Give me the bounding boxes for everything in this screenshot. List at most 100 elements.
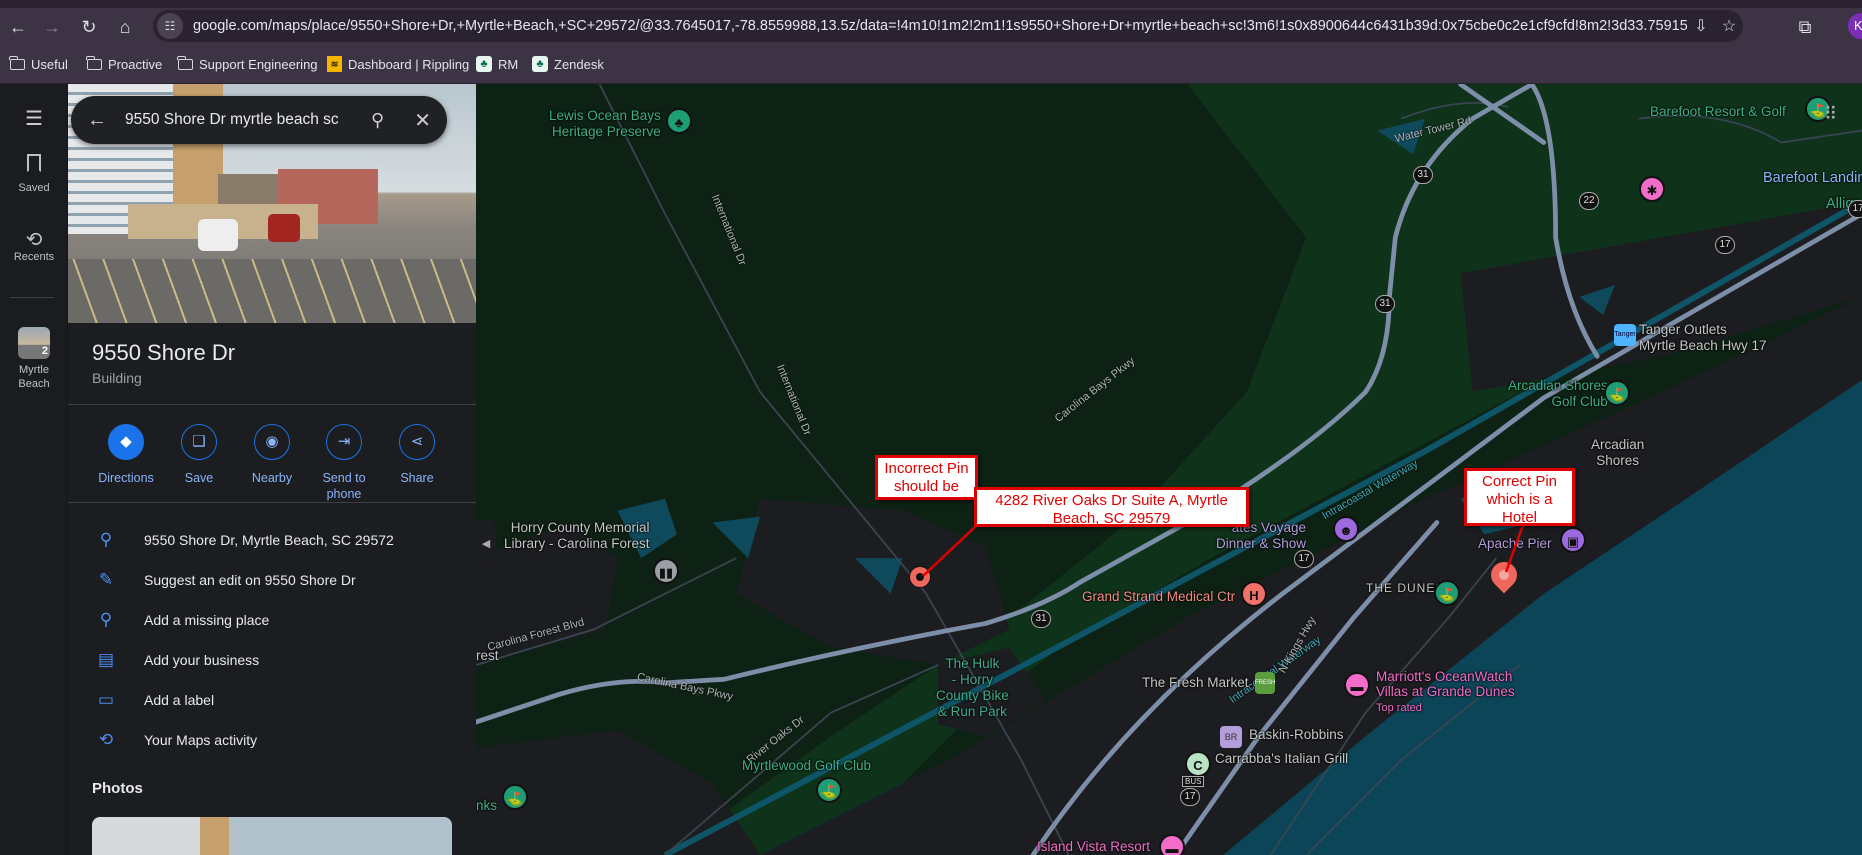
bus-route-label: BUS xyxy=(1182,776,1205,787)
theater-icon[interactable]: ☻ xyxy=(1333,516,1359,542)
bookmark-zendesk[interactable]: ♣ Zendesk xyxy=(532,54,604,74)
address-row[interactable]: ⚲ 9550 Shore Dr, Myrtle Beach, SC 29572 xyxy=(68,528,476,552)
us-17-business-shield: 17 xyxy=(1180,788,1200,806)
apps-grid-icon[interactable]: ⠿ xyxy=(1824,104,1837,125)
map-label-baskin-robbins[interactable]: Baskin-Robbins xyxy=(1249,727,1344,743)
history-icon: ⟲ xyxy=(98,730,114,749)
map-label-carrabbas[interactable]: Carrabba's Italian Grill xyxy=(1215,751,1348,767)
map-label-tanger-outlets[interactable]: Tanger Outlets Myrtle Beach Hwy 17 xyxy=(1639,322,1767,354)
address-bar[interactable]: ☷ google.com/maps/place/9550+Shore+Dr,+M… xyxy=(153,10,1743,42)
bookmark-support-engineering[interactable]: Support Engineering xyxy=(177,54,318,74)
extensions-icon[interactable]: ⧉ xyxy=(1794,16,1816,38)
detail-text: Add your business xyxy=(144,652,260,668)
golf-icon[interactable]: ⛳ xyxy=(1434,580,1460,606)
hotel-icon[interactable]: ▬ xyxy=(1159,834,1185,855)
share-button[interactable]: ⋖ Share xyxy=(381,424,453,486)
restaurant-logo-icon[interactable]: C xyxy=(1185,751,1211,777)
menu-icon[interactable]: ☰ xyxy=(0,106,68,131)
folder-icon xyxy=(9,55,25,70)
map-label-barefoot-resort[interactable]: Barefoot Resort & Golf xyxy=(1650,104,1786,120)
bookmark-label: Zendesk xyxy=(554,56,604,72)
share-icon: ⋖ xyxy=(399,424,435,460)
bookmark-rippling[interactable]: ≋ Dashboard | Rippling xyxy=(327,54,469,74)
search-box[interactable]: ← 9550 Shore Dr myrtle beach sc ⚲ ✕ xyxy=(71,96,447,144)
rail-recents[interactable]: ⟲ Recents xyxy=(0,227,68,263)
incorrect-location-pin[interactable] xyxy=(909,566,931,588)
rail-recent-place[interactable]: 2 Myrtle Beach xyxy=(0,327,68,391)
forward-icon[interactable]: → xyxy=(41,16,63,38)
library-icon[interactable]: ▮▮ xyxy=(653,558,679,584)
fresh-market-logo-icon[interactable]: FRESH xyxy=(1255,672,1275,694)
back-arrow-icon[interactable]: ← xyxy=(87,109,107,132)
action-label: Save xyxy=(184,471,214,485)
directions-button[interactable]: ◆ Directions xyxy=(90,424,162,486)
tree-logo-icon: ♣ xyxy=(476,56,492,72)
tanger-logo-icon[interactable]: Tanger xyxy=(1614,324,1636,346)
add-label-row[interactable]: ▭ Add a label xyxy=(68,688,476,712)
hospital-icon[interactable]: H xyxy=(1241,581,1267,607)
add-business-row[interactable]: ▤ Add your business xyxy=(68,648,476,672)
callout-incorrect-pin: Incorrect Pin should be xyxy=(875,455,978,500)
profile-avatar[interactable]: K xyxy=(1848,13,1862,39)
map-canvas[interactable]: Lewis Ocean Bays Heritage Preserve ♣ Wate… xyxy=(476,84,1862,855)
nearby-button[interactable]: ◉ Nearby xyxy=(236,424,308,486)
pier-icon[interactable]: ▣ xyxy=(1560,527,1586,553)
photo-thumbnail[interactable] xyxy=(92,817,452,855)
map-label-lewis-ocean-bays[interactable]: Lewis Ocean Bays Heritage Preserve xyxy=(549,108,661,140)
map-label-barefoot-landing[interactable]: Barefoot Landing xyxy=(1763,170,1862,186)
maps-activity-row[interactable]: ⟲ Your Maps activity xyxy=(68,728,476,752)
hotel-icon[interactable]: ▬ xyxy=(1344,672,1370,698)
folder-icon xyxy=(86,55,102,70)
save-button[interactable]: ❑ Save xyxy=(163,424,235,486)
install-app-icon[interactable]: ⇩ xyxy=(1687,16,1715,36)
map-label-marriott[interactable]: Marriott's OceanWatch Villas at Grande Du… xyxy=(1376,669,1515,716)
golf-icon[interactable]: ⛳ xyxy=(1604,380,1630,406)
suggest-edit-row[interactable]: ✎ Suggest an edit on 9550 Shore Dr xyxy=(68,568,476,592)
place-panel: ← 9550 Shore Dr myrtle beach sc ⚲ ✕ 9550… xyxy=(68,84,476,855)
action-label: Send to xyxy=(322,471,366,485)
detail-text: Add a label xyxy=(144,692,215,708)
send-to-phone-button[interactable]: ⇥ Send to phone xyxy=(308,424,380,502)
map-label-island-vista[interactable]: Island Vista Resort xyxy=(1037,839,1150,855)
route-31-shield: 31 xyxy=(1413,166,1433,184)
bookmark-label: Useful xyxy=(31,56,68,72)
bookmark-label: Support Engineering xyxy=(199,56,318,72)
back-icon[interactable]: ← xyxy=(7,16,29,38)
map-label-arcadian-shores[interactable]: Arcadian Shores xyxy=(1591,437,1644,469)
action-label: Directions xyxy=(98,471,154,485)
reload-icon[interactable]: ↻ xyxy=(78,16,100,38)
map-label-fresh-market[interactable]: The Fresh Market xyxy=(1142,675,1249,691)
rail-saved[interactable]: Saved xyxy=(0,154,68,194)
baskin-robbins-logo-icon[interactable]: BR xyxy=(1220,726,1242,748)
bookmark-rm[interactable]: ♣ RM xyxy=(476,54,518,74)
close-icon[interactable]: ✕ xyxy=(414,108,431,133)
park-tree-icon[interactable]: ♣ xyxy=(666,108,692,134)
add-missing-place-row[interactable]: ⚲ Add a missing place xyxy=(68,608,476,632)
search-input[interactable]: 9550 Shore Dr myrtle beach sc xyxy=(125,111,371,129)
map-label-myrtlewood-golf[interactable]: Myrtlewood Golf Club xyxy=(742,758,871,774)
action-label: phone xyxy=(326,487,362,501)
bookmark-label: Proactive xyxy=(108,56,163,72)
map-label-grand-strand-medical[interactable]: Grand Strand Medical Ctr xyxy=(1082,589,1235,605)
site-info-icon[interactable]: ☷ xyxy=(157,13,183,39)
golf-icon[interactable]: ⛳ xyxy=(816,777,842,803)
photos-heading: Photos xyxy=(92,780,143,797)
map-label-library[interactable]: Horry County Memorial Library - Carolina … xyxy=(504,520,650,552)
map-label-arcadian-golf[interactable]: Arcadian Shores Golf Club xyxy=(1508,378,1608,410)
search-icon[interactable]: ⚲ xyxy=(371,110,384,131)
attraction-icon[interactable]: ✱ xyxy=(1639,176,1665,202)
white-suv xyxy=(198,219,238,251)
golf-icon[interactable]: ⛳ xyxy=(502,784,528,810)
us-17-shield: 17 xyxy=(1848,200,1862,218)
bookmark-star-icon[interactable]: ☆ xyxy=(1715,16,1743,36)
divider xyxy=(68,502,476,503)
bookmark-proactive[interactable]: Proactive xyxy=(86,54,163,74)
map-label-forest: rest xyxy=(476,648,499,663)
route-31-shield: 31 xyxy=(1375,295,1395,313)
bookmark-useful[interactable]: Useful xyxy=(9,54,68,74)
collapse-panel-button[interactable]: ◀ xyxy=(476,520,496,568)
map-label-apache-pier[interactable]: Apache Pier xyxy=(1478,536,1552,552)
url-text[interactable]: google.com/maps/place/9550+Shore+Dr,+Myr… xyxy=(193,18,1687,34)
map-label-the-hulk[interactable]: The Hulk - Horry County Bike & Run Park xyxy=(936,656,1009,720)
home-icon[interactable]: ⌂ xyxy=(114,16,136,38)
